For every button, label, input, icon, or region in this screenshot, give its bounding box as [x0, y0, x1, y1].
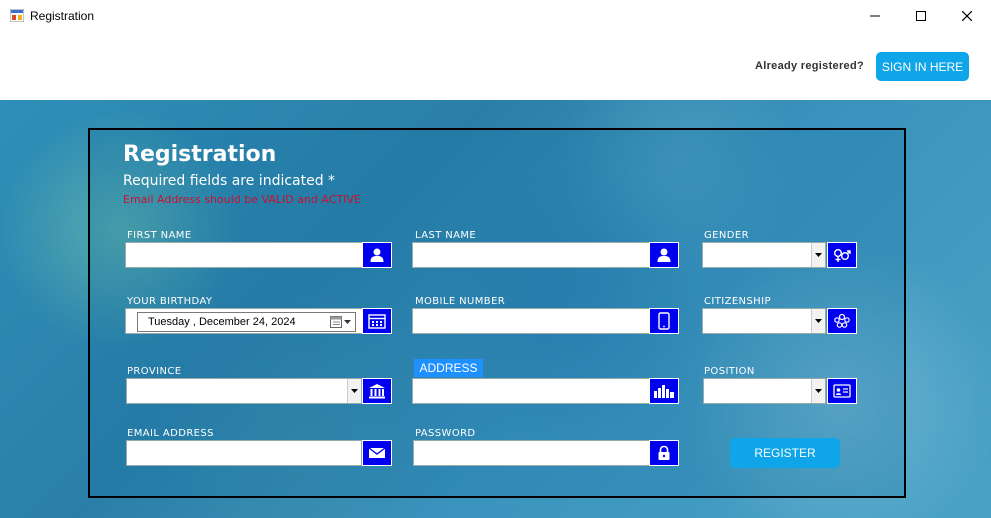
password-label: PASSWORD: [415, 428, 476, 439]
first-name-icon-button: [362, 242, 392, 268]
password-input[interactable]: [413, 440, 650, 466]
birthday-date-picker[interactable]: Tuesday , December 24, 2024: [137, 312, 356, 332]
position-icon-button: [827, 378, 857, 404]
position-label: POSITION: [704, 366, 755, 377]
first-name-input[interactable]: [125, 242, 363, 268]
gender-icon-button: [827, 242, 857, 268]
chevron-down-icon[interactable]: [811, 379, 825, 403]
chevron-down-icon[interactable]: [811, 309, 825, 333]
user-icon: [370, 248, 384, 262]
user-icon: [657, 248, 671, 262]
last-name-input[interactable]: [412, 242, 650, 268]
citizenship-label: CITIZENSHIP: [704, 296, 771, 307]
government-building-icon: [369, 384, 385, 399]
mobile-icon-button: [649, 308, 679, 334]
app-icon: [10, 9, 24, 22]
email-validity-note: Email Address should be VALID and ACTIVE: [123, 193, 361, 206]
people-group-icon: [834, 313, 850, 328]
gender-select[interactable]: [702, 242, 826, 268]
province-icon-button: [362, 378, 392, 404]
gender-label: GENDER: [704, 230, 749, 241]
required-fields-note: Required fields are indicated *: [123, 173, 336, 189]
form-title: Registration: [123, 142, 277, 167]
calendar-icon: [368, 314, 386, 329]
minimize-button[interactable]: [852, 0, 898, 32]
birthday-icon-button: [362, 308, 392, 334]
birthday-label: YOUR BIRTHDAY: [127, 296, 213, 307]
gender-icon: [834, 249, 851, 262]
last-name-label: LAST NAME: [415, 230, 477, 241]
envelope-icon: [368, 447, 386, 458]
email-address-label: EMAIL ADDRESS: [127, 428, 214, 439]
close-button[interactable]: [944, 0, 990, 32]
address-icon-button: [649, 378, 679, 404]
maximize-button[interactable]: [898, 0, 944, 32]
address-label: ADDRESS: [414, 359, 483, 377]
chevron-down-icon[interactable]: [347, 379, 361, 403]
first-name-label: FIRST NAME: [127, 230, 192, 241]
register-button[interactable]: REGISTER: [730, 438, 840, 468]
mobile-phone-icon: [658, 312, 670, 330]
province-label: PROVINCE: [127, 366, 182, 377]
title-bar: Registration: [0, 0, 991, 32]
mobile-number-input[interactable]: [412, 308, 650, 334]
sign-in-button[interactable]: SIGN IN HERE: [876, 52, 969, 81]
calendar-dropdown-icon[interactable]: [330, 316, 352, 328]
address-input[interactable]: [412, 378, 650, 404]
password-icon-button: [649, 440, 679, 466]
maximize-icon: [916, 11, 926, 21]
chevron-down-icon[interactable]: [811, 243, 825, 267]
email-address-input[interactable]: [126, 440, 362, 466]
last-name-icon-button: [649, 242, 679, 268]
id-card-icon: [833, 384, 851, 398]
lock-icon: [658, 445, 670, 460]
position-select[interactable]: [703, 378, 826, 404]
window-title: Registration: [30, 9, 95, 23]
province-select[interactable]: [126, 378, 362, 404]
email-icon-button: [362, 440, 392, 466]
mobile-number-label: MOBILE NUMBER: [415, 296, 506, 307]
city-skyline-icon: [654, 385, 674, 398]
minimize-icon: [870, 15, 880, 17]
citizenship-icon-button: [827, 308, 857, 334]
birthday-date-value: Tuesday , December 24, 2024: [148, 316, 296, 328]
citizenship-select[interactable]: [702, 308, 826, 334]
already-registered-text: Already registered?: [754, 60, 864, 72]
close-icon: [962, 11, 972, 21]
